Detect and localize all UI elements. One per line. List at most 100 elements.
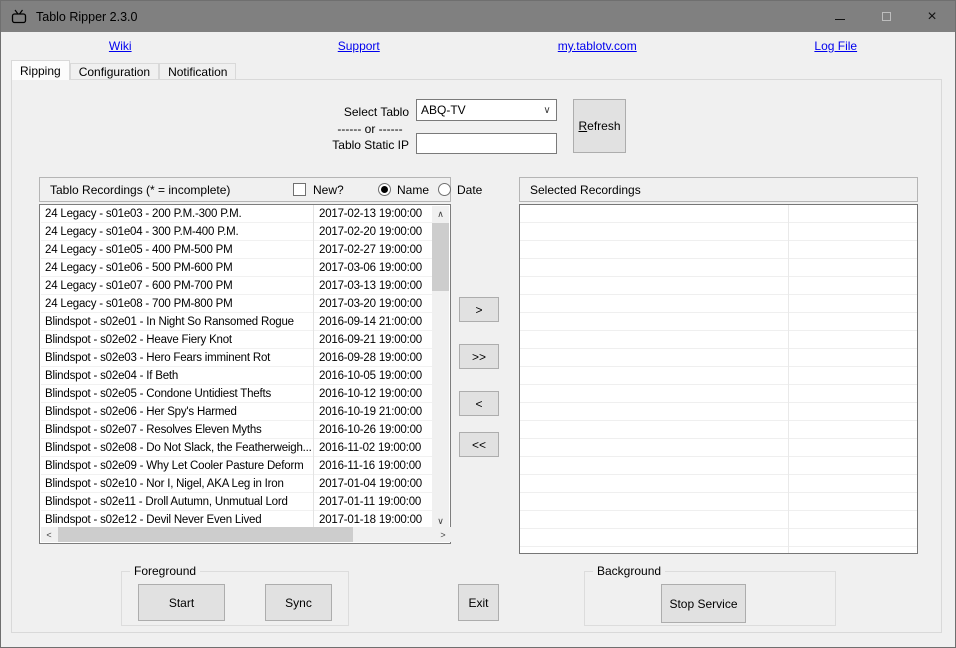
- minimize-button[interactable]: [817, 1, 863, 32]
- background-group-label: Background: [593, 564, 665, 578]
- recordings-header-label: Tablo Recordings (* = incomplete): [50, 183, 230, 197]
- list-item[interactable]: Blindspot - s02e10 - Nor I, Nigel, AKA L…: [41, 475, 433, 493]
- recordings-header-box: Tablo Recordings (* = incomplete) New? N…: [39, 177, 451, 202]
- selected-header-box: Selected Recordings: [519, 177, 918, 202]
- recording-title: Blindspot - s02e05 - Condone Untidiest T…: [41, 385, 314, 403]
- selected-column-divider: [788, 205, 789, 553]
- recording-title: Blindspot - s02e03 - Hero Fears imminent…: [41, 349, 314, 367]
- tab-strip: Ripping Configuration Notification: [11, 61, 236, 80]
- tab-configuration[interactable]: Configuration: [70, 63, 159, 80]
- recordings-rows: 24 Legacy - s01e03 - 200 P.M.-300 P.M.20…: [41, 205, 433, 530]
- stop-service-button[interactable]: Stop Service: [661, 584, 746, 623]
- scroll-left-icon[interactable]: <: [41, 527, 57, 542]
- vertical-scrollbar[interactable]: ∧ ∨: [432, 206, 449, 529]
- sort-date-radio[interactable]: [438, 183, 451, 196]
- add-all-button[interactable]: >>: [459, 344, 499, 369]
- horizontal-scroll-thumb[interactable]: [58, 527, 353, 542]
- foreground-group-label: Foreground: [130, 564, 200, 578]
- links-row: Wiki Support my.tablotv.com Log File: [1, 32, 955, 60]
- list-item[interactable]: 24 Legacy - s01e05 - 400 PM-500 PM2017-0…: [41, 241, 433, 259]
- recordings-list: 24 Legacy - s01e03 - 200 P.M.-300 P.M.20…: [39, 204, 451, 544]
- list-item[interactable]: Blindspot - s02e04 - If Beth2016-10-05 1…: [41, 367, 433, 385]
- remove-all-button[interactable]: <<: [459, 432, 499, 457]
- list-item[interactable]: Blindspot - s02e06 - Her Spy's Harmed201…: [41, 403, 433, 421]
- list-item[interactable]: 24 Legacy - s01e08 - 700 PM-800 PM2017-0…: [41, 295, 433, 313]
- selected-header-label: Selected Recordings: [530, 183, 641, 197]
- title-bar: Tablo Ripper 2.3.0 ×: [1, 1, 955, 32]
- recording-date: 2017-02-20 19:00:00: [314, 223, 433, 241]
- window-title: Tablo Ripper 2.3.0: [36, 10, 137, 24]
- maximize-button: [863, 1, 909, 32]
- recording-date: 2017-01-11 19:00:00: [314, 493, 433, 511]
- recording-title: Blindspot - s02e12 - Devil Never Even Li…: [41, 511, 314, 529]
- scroll-right-icon[interactable]: >: [435, 527, 451, 542]
- recording-date: 2016-11-02 19:00:00: [314, 439, 433, 457]
- static-ip-input[interactable]: [416, 133, 557, 154]
- list-item[interactable]: 24 Legacy - s01e04 - 300 P.M-400 P.M.201…: [41, 223, 433, 241]
- horizontal-scrollbar[interactable]: < >: [41, 527, 451, 542]
- recording-date: 2017-02-13 19:00:00: [314, 205, 433, 223]
- recording-date: 2016-09-21 19:00:00: [314, 331, 433, 349]
- close-button[interactable]: ×: [909, 1, 955, 32]
- list-item[interactable]: Blindspot - s02e11 - Droll Autumn, Unmut…: [41, 493, 433, 511]
- recording-title: 24 Legacy - s01e05 - 400 PM-500 PM: [41, 241, 314, 259]
- recording-date: 2017-01-04 19:00:00: [314, 475, 433, 493]
- recording-title: Blindspot - s02e06 - Her Spy's Harmed: [41, 403, 314, 421]
- list-item[interactable]: Blindspot - s02e07 - Resolves Eleven Myt…: [41, 421, 433, 439]
- recording-title: Blindspot - s02e08 - Do Not Slack, the F…: [41, 439, 314, 457]
- add-selected-button[interactable]: >: [459, 297, 499, 322]
- list-item[interactable]: Blindspot - s02e08 - Do Not Slack, the F…: [41, 439, 433, 457]
- new-checkbox[interactable]: [293, 183, 306, 196]
- support-link[interactable]: Support: [338, 39, 380, 53]
- sort-date-label[interactable]: Date: [457, 183, 482, 197]
- recording-date: 2016-11-16 19:00:00: [314, 457, 433, 475]
- list-item[interactable]: Blindspot - s02e02 - Heave Fiery Knot201…: [41, 331, 433, 349]
- or-separator-label: ------ or ------: [331, 122, 409, 136]
- static-ip-label: Tablo Static IP: [251, 138, 409, 152]
- recording-date: 2016-09-28 19:00:00: [314, 349, 433, 367]
- remove-selected-button[interactable]: <: [459, 391, 499, 416]
- sync-button[interactable]: Sync: [265, 584, 332, 621]
- recording-date: 2017-01-18 19:00:00: [314, 511, 433, 529]
- recording-title: 24 Legacy - s01e04 - 300 P.M-400 P.M.: [41, 223, 314, 241]
- recording-date: 2017-02-27 19:00:00: [314, 241, 433, 259]
- tab-ripping[interactable]: Ripping: [11, 60, 70, 80]
- list-item[interactable]: Blindspot - s02e05 - Condone Untidiest T…: [41, 385, 433, 403]
- refresh-button[interactable]: Refresh: [573, 99, 626, 153]
- exit-button[interactable]: Exit: [458, 584, 499, 621]
- wiki-link[interactable]: Wiki: [109, 39, 132, 53]
- minimize-icon: [835, 19, 845, 20]
- recording-date: 2016-09-14 21:00:00: [314, 313, 433, 331]
- app-window: Tablo Ripper 2.3.0 × Wiki Support my.tab…: [0, 0, 956, 648]
- scroll-up-icon[interactable]: ∧: [432, 206, 449, 222]
- recording-title: Blindspot - s02e01 - In Night So Ransome…: [41, 313, 314, 331]
- recording-date: 2017-03-13 19:00:00: [314, 277, 433, 295]
- recording-title: 24 Legacy - s01e07 - 600 PM-700 PM: [41, 277, 314, 295]
- recording-date: 2016-10-19 21:00:00: [314, 403, 433, 421]
- vertical-scroll-thumb[interactable]: [432, 223, 449, 291]
- tablo-select-dropdown[interactable]: ABQ-TV ∨: [416, 99, 557, 121]
- recording-title: Blindspot - s02e09 - Why Let Cooler Past…: [41, 457, 314, 475]
- recording-title: 24 Legacy - s01e08 - 700 PM-800 PM: [41, 295, 314, 313]
- recording-title: Blindspot - s02e11 - Droll Autumn, Unmut…: [41, 493, 314, 511]
- select-tablo-label: Select Tablo: [251, 105, 409, 119]
- start-button[interactable]: Start: [138, 584, 225, 621]
- recording-title: 24 Legacy - s01e06 - 500 PM-600 PM: [41, 259, 314, 277]
- tab-notification[interactable]: Notification: [159, 63, 236, 80]
- selected-recordings-list: [519, 204, 918, 554]
- list-item[interactable]: 24 Legacy - s01e06 - 500 PM-600 PM2017-0…: [41, 259, 433, 277]
- tablotv-link[interactable]: my.tablotv.com: [558, 39, 637, 53]
- logfile-link[interactable]: Log File: [814, 39, 857, 53]
- sort-name-label[interactable]: Name: [397, 183, 429, 197]
- close-icon: ×: [927, 9, 936, 25]
- recording-date: 2016-10-12 19:00:00: [314, 385, 433, 403]
- tablo-select-value: ABQ-TV: [417, 103, 538, 117]
- sort-name-radio[interactable]: [378, 183, 391, 196]
- list-item[interactable]: 24 Legacy - s01e07 - 600 PM-700 PM2017-0…: [41, 277, 433, 295]
- new-checkbox-label[interactable]: New?: [313, 183, 344, 197]
- list-item[interactable]: Blindspot - s02e09 - Why Let Cooler Past…: [41, 457, 433, 475]
- recording-title: 24 Legacy - s01e03 - 200 P.M.-300 P.M.: [41, 205, 314, 223]
- list-item[interactable]: 24 Legacy - s01e03 - 200 P.M.-300 P.M.20…: [41, 205, 433, 223]
- list-item[interactable]: Blindspot - s02e03 - Hero Fears imminent…: [41, 349, 433, 367]
- list-item[interactable]: Blindspot - s02e01 - In Night So Ransome…: [41, 313, 433, 331]
